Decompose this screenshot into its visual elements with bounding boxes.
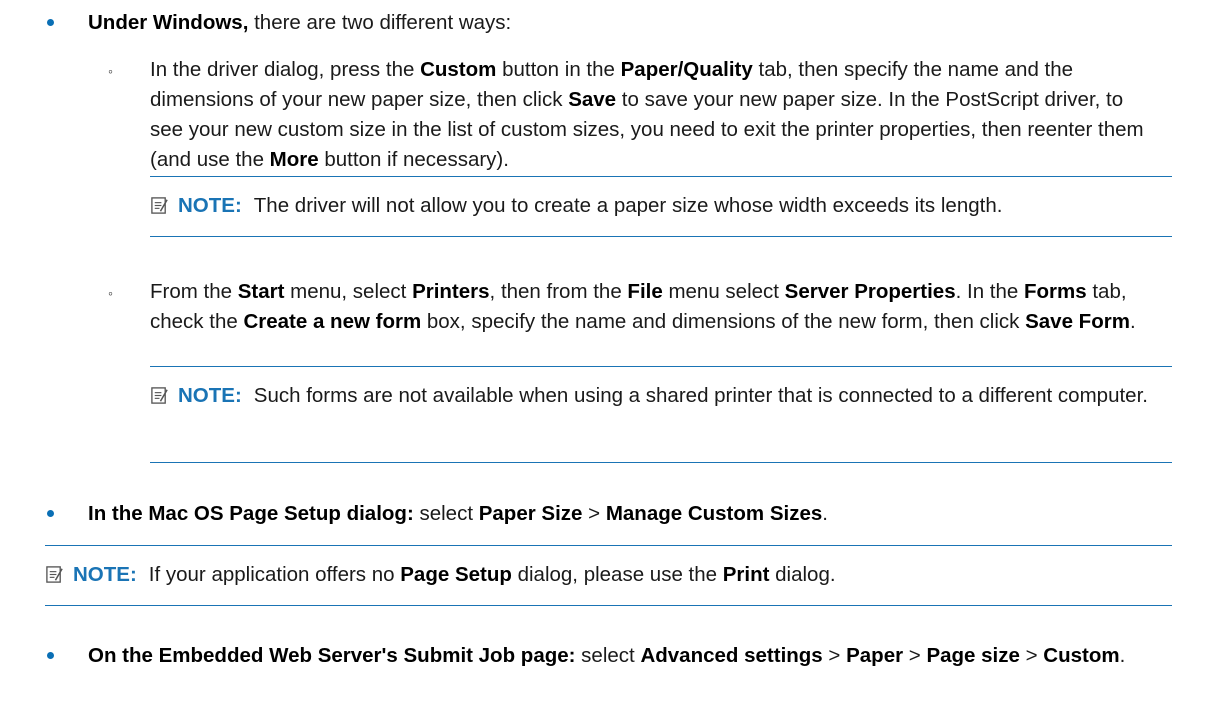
paragraph-start-menu: From the Start menu, select Printers, th… xyxy=(150,280,1136,333)
bullet-marker xyxy=(47,652,54,659)
paragraph-driver-dialog: In the driver dialog, press the Custom b… xyxy=(150,58,1144,171)
bullet-marker xyxy=(47,19,54,26)
note-box: NOTE: Such forms are not available when u… xyxy=(150,366,1172,463)
bullet-mac-os: In the Mac OS Page Setup dialog: select … xyxy=(88,502,828,525)
note-content: NOTE: If your application offers no Page … xyxy=(73,563,836,586)
note-content: NOTE: Such forms are not available when u… xyxy=(178,384,1148,407)
bullet-marker xyxy=(47,510,54,517)
note-icon xyxy=(46,566,63,583)
sub-bullet-marker: ◦ xyxy=(108,285,113,301)
note-icon xyxy=(151,197,168,214)
note-box: NOTE: If your application offers no Page … xyxy=(45,545,1172,606)
bullet-windows: Under Windows, there are two different w… xyxy=(88,11,512,34)
note-content: NOTE: The driver will not allow you to cr… xyxy=(178,194,1003,217)
bullet-heading: Under Windows, xyxy=(88,11,249,34)
bullet-embedded-web-server: On the Embedded Web Server's Submit Job … xyxy=(88,644,1126,667)
note-box: NOTE: The driver will not allow you to cr… xyxy=(150,176,1172,237)
sub-bullet-marker: ◦ xyxy=(108,63,113,79)
